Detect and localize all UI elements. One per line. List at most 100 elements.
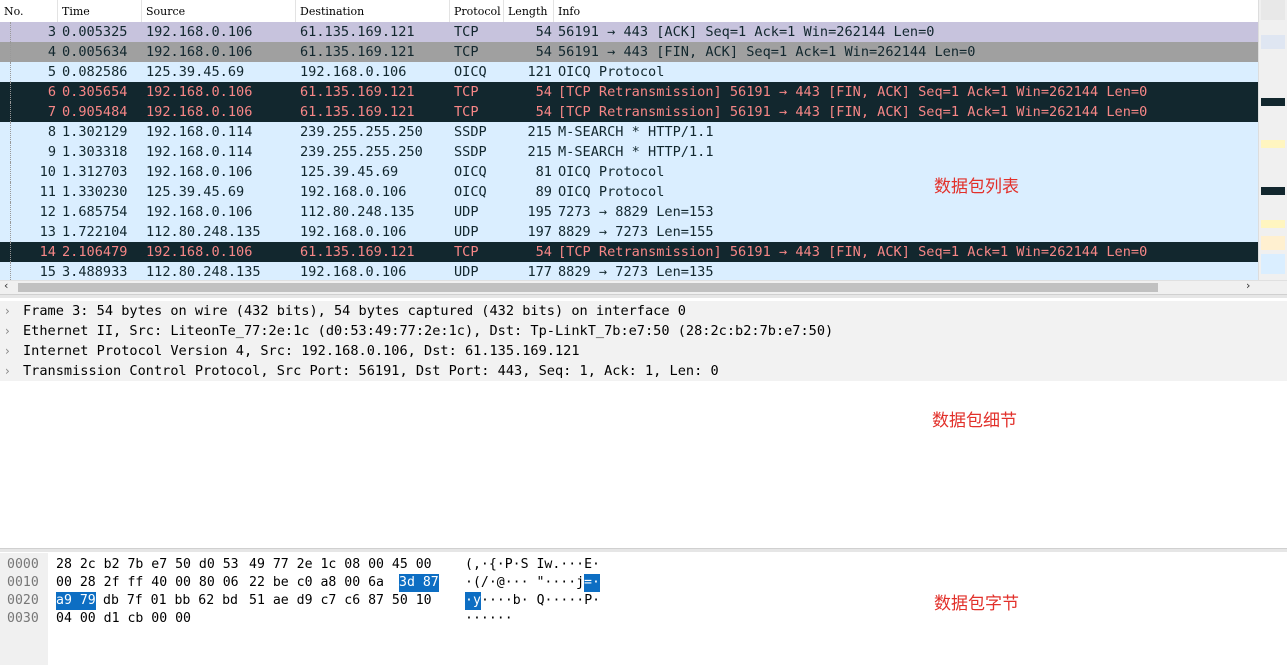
- hex-bytes[interactable]: 04 00 d1 cb 00 00: [56, 610, 191, 628]
- cell-no: 9: [47, 144, 56, 160]
- scrollbar-marker: [1261, 98, 1285, 106]
- scrollbar-marker: [1261, 187, 1285, 195]
- ascii-bytes[interactable]: ·(/·@··· "····j: [465, 574, 584, 592]
- column-header-source[interactable]: Source: [142, 0, 296, 22]
- cell-proto: TCP: [454, 84, 479, 100]
- cell-time: 1.302129: [62, 124, 128, 140]
- arrow-right-icon[interactable]: ›: [1246, 279, 1250, 292]
- cell-dst: 192.168.0.106: [300, 64, 407, 80]
- packet-row[interactable]: 12 1.685754 192.168.0.106 112.80.248.135 UDP…: [0, 202, 1258, 222]
- cell-no: 11: [39, 184, 56, 200]
- cell-no: 10: [39, 164, 56, 180]
- packet-list-scrollbar[interactable]: [1258, 0, 1287, 280]
- pane-splitter[interactable]: [0, 294, 1287, 298]
- chevron-right-icon[interactable]: ›: [5, 321, 10, 341]
- chevron-right-icon[interactable]: ›: [5, 361, 10, 381]
- packet-row[interactable]: 14 2.106479 192.168.0.106 61.135.169.121 TCP…: [0, 242, 1258, 262]
- packet-row[interactable]: 9 1.303318 192.168.0.114 239.255.255.250 SSD…: [0, 142, 1258, 162]
- column-header-protocol[interactable]: Protocol: [450, 0, 504, 22]
- cell-len: 89: [535, 184, 552, 200]
- cell-len: 177: [527, 264, 552, 280]
- cell-time: 2.106479: [62, 244, 128, 260]
- packet-row[interactable]: 6 0.305654 192.168.0.106 61.135.169.121 TCP 5…: [0, 82, 1258, 102]
- column-header-info[interactable]: Info: [554, 0, 1258, 22]
- hex-bytes[interactable]: db 7f 01 bb 62 bd: [103, 592, 238, 610]
- cell-src: 192.168.0.106: [146, 104, 253, 120]
- packet-row[interactable]: 5 0.082586 125.39.45.69 192.168.0.106 OICQ 12…: [0, 62, 1258, 82]
- packet-list-header: No. Time Source Destination Protocol Len…: [0, 0, 1258, 23]
- ascii-bytes[interactable]: ······: [465, 610, 513, 628]
- hex-bytes[interactable]: 51 ae d9 c7 c6 87 50 10: [249, 592, 432, 610]
- ascii-bytes[interactable]: (,·{·P·S Iw.···E·: [465, 556, 600, 574]
- packet-row[interactable]: 8 1.302129 192.168.0.114 239.255.255.250 SSD…: [0, 122, 1258, 142]
- arrow-left-icon[interactable]: ‹: [4, 279, 8, 292]
- packet-bytes-pane[interactable]: 0000 28 2c b2 7b e7 50 d0 53 49 77 2e 1c…: [0, 553, 1287, 665]
- cell-proto: SSDP: [454, 124, 487, 140]
- packet-row[interactable]: 3 0.005325 192.168.0.106 61.135.169.121 TCP 5…: [0, 22, 1258, 42]
- cell-proto: OICQ: [454, 184, 487, 200]
- ascii-bytes[interactable]: ····b· Q·····P·: [481, 592, 600, 610]
- packet-row[interactable]: 4 0.005634 192.168.0.106 61.135.169.121 TCP 5…: [0, 42, 1258, 62]
- cell-proto: TCP: [454, 24, 479, 40]
- column-header-no[interactable]: No.: [0, 0, 58, 22]
- hscroll-thumb[interactable]: [18, 283, 1158, 292]
- column-header-length[interactable]: Length: [504, 0, 554, 22]
- scrollbar-marker: [1261, 35, 1285, 49]
- cell-time: 1.330230: [62, 184, 128, 200]
- cell-proto: OICQ: [454, 64, 487, 80]
- cell-len: 195: [527, 204, 552, 220]
- cell-info: 7273 → 8829 Len=153: [558, 204, 714, 220]
- cell-info: 56191 → 443 [ACK] Seq=1 Ack=1 Win=262144…: [558, 24, 935, 40]
- packet-row[interactable]: 7 0.905484 192.168.0.106 61.135.169.121 TCP 5…: [0, 102, 1258, 122]
- hex-bytes[interactable]: 49 77 2e 1c 08 00 45 00: [249, 556, 432, 574]
- cell-dst: 61.135.169.121: [300, 44, 415, 60]
- cell-dst: 239.255.255.250: [300, 144, 423, 160]
- chevron-right-icon[interactable]: ›: [5, 341, 10, 361]
- cell-len: 121: [527, 64, 552, 80]
- packet-list-pane[interactable]: No. Time Source Destination Protocol Len…: [0, 0, 1258, 280]
- cell-src: 112.80.248.135: [146, 264, 261, 280]
- column-header-time[interactable]: Time: [58, 0, 142, 22]
- cell-proto: TCP: [454, 44, 479, 60]
- cell-time: 1.303318: [62, 144, 128, 160]
- packet-row[interactable]: 13 1.722104 112.80.248.135 192.168.0.106 UDP…: [0, 222, 1258, 242]
- cell-src: 192.168.0.106: [146, 204, 253, 220]
- packet-row[interactable]: 10 1.312703 192.168.0.106 125.39.45.69 OICQ 8…: [0, 162, 1258, 182]
- packet-details-pane[interactable]: › Frame 3: 54 bytes on wire (432 bits), …: [0, 300, 1287, 548]
- detail-row-ethernet[interactable]: › Ethernet II, Src: LiteonTe_77:2e:1c (d…: [0, 321, 1287, 341]
- cell-src: 192.168.0.106: [146, 244, 253, 260]
- chevron-right-icon[interactable]: ›: [5, 301, 10, 321]
- ascii-bytes-selected[interactable]: =·: [584, 574, 600, 592]
- cell-dst: 61.135.169.121: [300, 244, 415, 260]
- cell-dst: 61.135.169.121: [300, 84, 415, 100]
- packet-row[interactable]: 11 1.330230 125.39.45.69 192.168.0.106 OICQ 8…: [0, 182, 1258, 202]
- cell-no: 5: [47, 64, 56, 80]
- pane-splitter[interactable]: [0, 548, 1287, 552]
- packet-list-hscrollbar[interactable]: ‹ ›: [0, 279, 1287, 294]
- column-header-destination[interactable]: Destination: [296, 0, 450, 22]
- detail-row-tcp[interactable]: › Transmission Control Protocol, Src Por…: [0, 361, 1287, 381]
- cell-proto: SSDP: [454, 144, 487, 160]
- ascii-bytes-selected[interactable]: ·y: [465, 592, 481, 610]
- cell-len: 54: [535, 24, 552, 40]
- hex-bytes-selected[interactable]: a9 79: [56, 592, 96, 610]
- cell-dst: 61.135.169.121: [300, 104, 415, 120]
- packet-row[interactable]: 15 3.488933 112.80.248.135 192.168.0.106 UDP…: [0, 262, 1258, 280]
- hex-bytes[interactable]: 22 be c0 a8 00 6a: [249, 574, 384, 592]
- scrollbar-marker: [1261, 140, 1285, 148]
- cell-proto: OICQ: [454, 164, 487, 180]
- hex-bytes[interactable]: 00 28 2f ff 40 00 80 06: [56, 574, 239, 592]
- detail-row-ip[interactable]: › Internet Protocol Version 4, Src: 192.…: [0, 341, 1287, 361]
- cell-dst: 239.255.255.250: [300, 124, 423, 140]
- packet-bytes-annotation: 数据包字节: [934, 594, 1019, 614]
- scrollbar-marker: [1261, 0, 1285, 20]
- detail-row-frame[interactable]: › Frame 3: 54 bytes on wire (432 bits), …: [0, 301, 1287, 321]
- cell-len: 54: [535, 44, 552, 60]
- cell-time: 3.488933: [62, 264, 128, 280]
- cell-proto: UDP: [454, 264, 479, 280]
- cell-len: 81: [535, 164, 552, 180]
- hex-bytes[interactable]: 28 2c b2 7b e7 50 d0 53: [56, 556, 239, 574]
- hex-bytes-selected[interactable]: 3d 87: [399, 574, 439, 592]
- cell-no: 3: [47, 24, 56, 40]
- cell-len: 54: [535, 104, 552, 120]
